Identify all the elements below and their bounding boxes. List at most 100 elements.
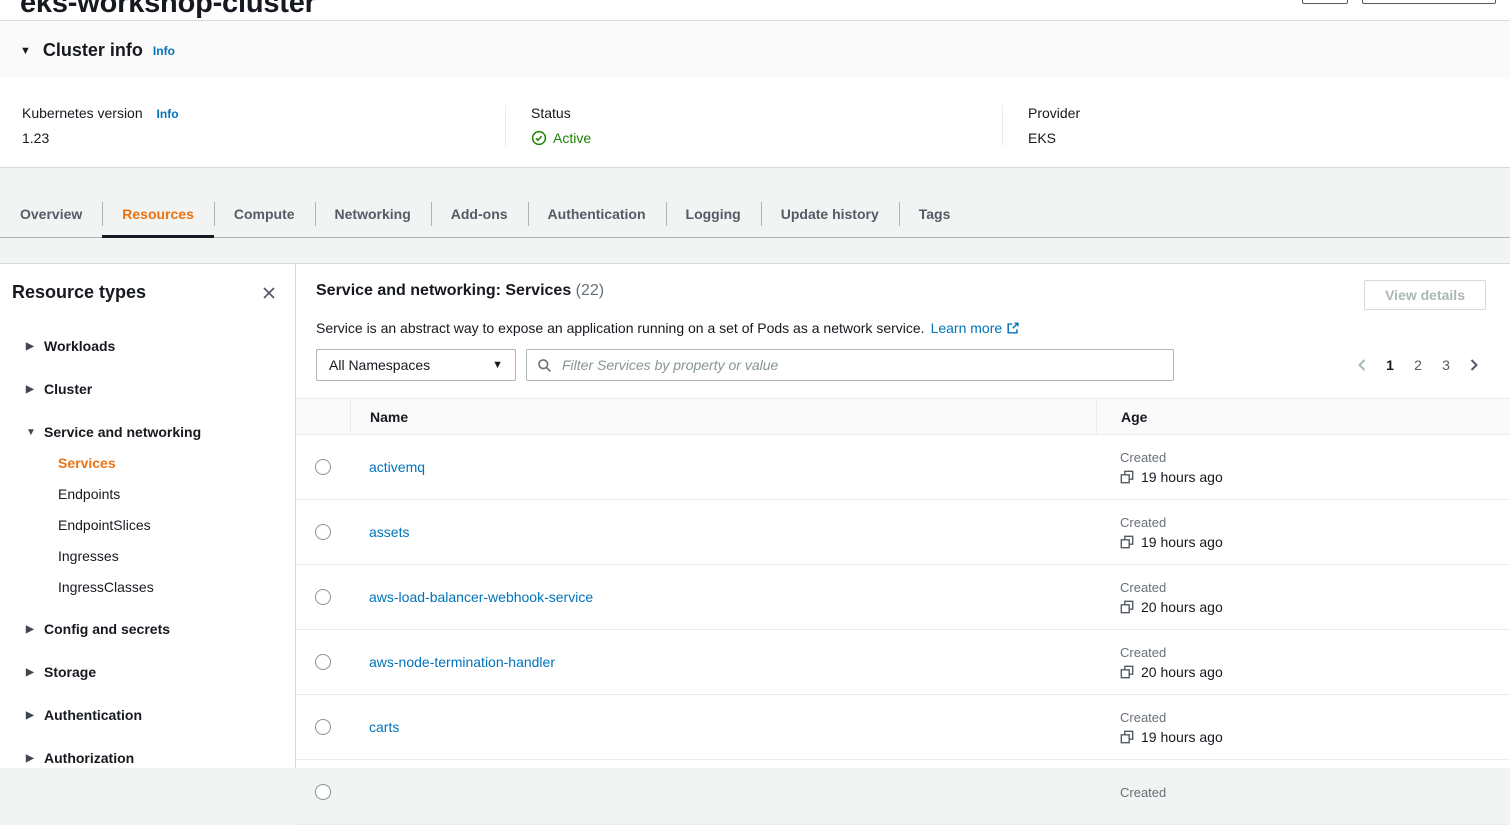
tab-compute[interactable]: Compute [214,191,315,237]
cluster-info-panel: ▼ Cluster info Info Kubernetes version I… [0,20,1510,168]
page-number-2[interactable]: 2 [1406,355,1430,375]
tab-tags[interactable]: Tags [899,191,971,237]
copy-icon[interactable] [1120,600,1134,614]
sidebar-item-endpoints[interactable]: Endpoints [58,479,279,510]
sidebar-item-storage[interactable]: ▶ Storage [12,662,279,682]
tab-overview[interactable]: Overview [20,191,102,237]
copy-icon[interactable] [1120,535,1134,549]
sidebar-item-ingressclasses[interactable]: IngressClasses [58,572,279,603]
table-row: assets Created 19 hours ago [296,500,1510,565]
page-number-3[interactable]: 3 [1434,355,1458,375]
cluster-info-info-link[interactable]: Info [153,44,175,58]
row-select-radio[interactable] [315,459,331,475]
cluster-info-body: Kubernetes version Info 1.23 Status Acti… [0,77,1510,167]
copy-icon[interactable] [1120,665,1134,679]
age-value: 19 hours ago [1141,469,1223,485]
service-link[interactable]: assets [369,524,409,540]
table-row: activemq Created 19 hours ago [296,435,1510,500]
age-column-header: Age [1096,399,1510,434]
age-value: 19 hours ago [1141,534,1223,550]
view-details-button[interactable]: View details [1364,280,1486,310]
tab-add-ons[interactable]: Add-ons [431,191,528,237]
services-table: Name Age activemq Created 19 hours ago [296,398,1510,825]
service-link[interactable]: carts [369,719,399,735]
close-icon[interactable] [259,283,279,303]
chevron-down-icon: ▼ [492,359,503,371]
page-number-1[interactable]: 1 [1378,355,1402,375]
copy-icon[interactable] [1120,730,1134,744]
search-icon [537,358,552,373]
service-link[interactable]: activemq [369,459,425,475]
search-input[interactable] [560,356,1163,374]
row-select-radio[interactable] [315,784,331,800]
page-title: eks-workshop-cluster [20,0,1490,23]
field-status: Status Active [505,105,1002,146]
age-value: 20 hours ago [1141,599,1223,615]
field-provider: Provider EKS [1002,105,1499,146]
created-label: Created [1120,645,1166,660]
sidebar-item-authorization[interactable]: ▶ Authorization [12,748,279,768]
next-page-icon[interactable] [1462,358,1486,372]
refresh-button[interactable] [1302,0,1348,4]
provider-label: Provider [1028,105,1499,121]
sidebar-item-config-and-secrets[interactable]: ▶ Config and secrets [12,619,279,639]
sidebar-item-service-and-networking[interactable]: ▼ Service and networking [12,422,279,442]
copy-icon[interactable] [1120,470,1134,484]
sidebar-item-authentication[interactable]: ▶ Authentication [12,705,279,725]
delete-cluster-button[interactable]: Delete cluster [1362,0,1496,4]
row-select-radio[interactable] [315,524,331,540]
sidebar-item-workloads[interactable]: ▶ Workloads [12,336,279,356]
services-panel: Service and networking: Services (22) Vi… [296,264,1510,768]
tab-networking[interactable]: Networking [315,191,431,237]
name-column-header: Name [350,399,1096,434]
external-link-icon [1006,321,1020,335]
row-select-radio[interactable] [315,589,331,605]
tab-logging[interactable]: Logging [666,191,761,237]
learn-more-link[interactable]: Learn more [931,320,1003,336]
age-value: 20 hours ago [1141,664,1223,680]
resources-content: Resource types ▶ Workloads ▶ Cluster ▼ S… [0,263,1510,768]
resource-type-tree: ▶ Workloads ▶ Cluster ▼ Service and netw… [12,336,279,768]
chevron-right-icon: ▶ [12,624,36,635]
chevron-right-icon: ▶ [12,710,36,721]
service-link[interactable]: aws-load-balancer-webhook-service [369,589,593,605]
chevron-right-icon: ▶ [12,753,36,764]
services-heading: Service and networking: Services (22) [316,282,604,300]
pagination: 1 2 3 [1350,355,1486,375]
chevron-down-icon: ▼ [12,427,36,438]
tab-resources[interactable]: Resources [102,191,214,237]
created-label: Created [1120,515,1166,530]
table-row: aws-load-balancer-webhook-service Create… [296,565,1510,630]
chevron-right-icon: ▶ [12,341,36,352]
services-count: (22) [576,282,604,299]
previous-page-icon[interactable] [1350,358,1374,372]
sidebar-item-services[interactable]: Services [58,448,279,479]
service-networking-children: Services Endpoints EndpointSlices Ingres… [12,448,279,603]
kubernetes-version-label: Kubernetes version [22,105,143,121]
created-label: Created [1120,450,1166,465]
table-row-partial: Created [296,760,1510,825]
page-header: eks-workshop-cluster Delete cluster [0,0,1510,20]
tab-authentication[interactable]: Authentication [528,191,666,237]
sidebar-item-cluster[interactable]: ▶ Cluster [12,379,279,399]
kubernetes-version-info-link[interactable]: Info [157,107,179,121]
services-description: Service is an abstract way to expose an … [316,320,1486,336]
filter-row: All Namespaces ▼ 1 2 3 [316,349,1486,381]
sidebar-item-ingresses[interactable]: Ingresses [58,541,279,572]
row-select-radio[interactable] [315,654,331,670]
age-value: 19 hours ago [1141,729,1223,745]
tab-update-history[interactable]: Update history [761,191,899,237]
resource-types-sidebar: Resource types ▶ Workloads ▶ Cluster ▼ S… [0,264,296,768]
cluster-info-title: Cluster info [43,40,143,61]
table-row: carts Created 19 hours ago [296,695,1510,760]
chevron-right-icon: ▶ [12,384,36,395]
row-select-radio[interactable] [315,719,331,735]
namespace-select[interactable]: All Namespaces ▼ [316,349,516,381]
status-badge: Active [553,130,591,146]
service-link[interactable]: aws-node-termination-handler [369,654,555,670]
collapse-caret-icon[interactable]: ▼ [20,45,31,57]
sidebar-item-endpointslices[interactable]: EndpointSlices [58,510,279,541]
table-header: Name Age [296,399,1510,435]
chevron-right-icon: ▶ [12,667,36,678]
table-row: aws-node-termination-handler Created 20 … [296,630,1510,695]
